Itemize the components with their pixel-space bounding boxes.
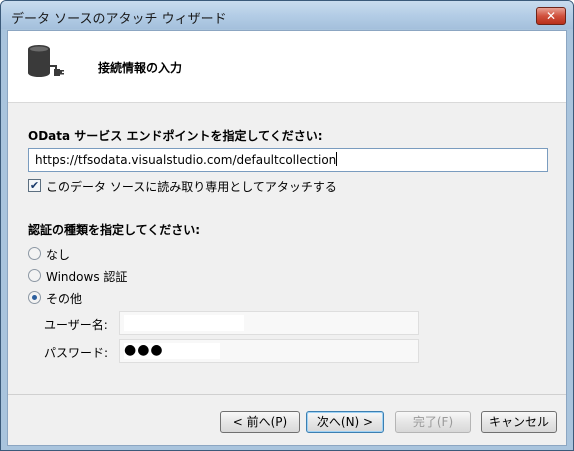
username-input[interactable] — [119, 311, 419, 335]
radio-windows-label[interactable]: Windows 認証 — [46, 268, 127, 285]
title-bar[interactable]: データ ソースのアタッチ ウィザード ✕ — [1, 1, 573, 29]
readonly-checkbox-label[interactable]: このデータ ソースに読み取り専用としてアタッチする — [46, 178, 337, 195]
cancel-button[interactable]: キャンセル — [481, 411, 557, 433]
endpoint-label: OData サービス エンドポイントを指定してください: — [28, 129, 323, 143]
wizard-header: 接続情報の入力 — [8, 31, 566, 103]
endpoint-url-input[interactable]: https://tfsodata.visualstudio.com/defaul… — [28, 148, 548, 172]
footer-divider — [8, 394, 566, 395]
radio-windows[interactable] — [28, 269, 41, 282]
username-value — [124, 315, 244, 331]
wizard-window: データ ソースのアタッチ ウィザード ✕ 接続情報の入力 OData サービス … — [0, 0, 574, 451]
close-button[interactable]: ✕ — [536, 7, 566, 25]
back-button[interactable]: < 前へ(P) — [220, 411, 300, 433]
text-caret — [336, 152, 338, 166]
window-title: データ ソースのアタッチ ウィザード — [11, 12, 227, 27]
radio-none-label[interactable]: なし — [46, 246, 70, 263]
radio-none[interactable] — [28, 247, 41, 260]
auth-type-label: 認証の種類を指定してください: — [28, 223, 201, 237]
radio-other-label[interactable]: その他 — [46, 290, 82, 307]
database-connection-icon — [28, 45, 64, 77]
password-label: パスワード: — [44, 346, 109, 360]
username-label: ユーザー名: — [44, 318, 108, 332]
wizard-body: 接続情報の入力 OData サービス エンドポイントを指定してください: htt… — [7, 30, 567, 446]
readonly-checkbox[interactable]: ✔ — [28, 179, 41, 192]
finish-button[interactable]: 完了(F) — [395, 411, 471, 433]
endpoint-url-value: https://tfsodata.visualstudio.com/defaul… — [35, 153, 337, 167]
next-button[interactable]: 次へ(N) > — [306, 411, 384, 433]
password-input[interactable]: ●●● — [119, 339, 419, 363]
page-title: 接続情報の入力 — [98, 61, 183, 75]
radio-other[interactable] — [28, 291, 41, 304]
password-mask: ●●● — [124, 342, 164, 358]
